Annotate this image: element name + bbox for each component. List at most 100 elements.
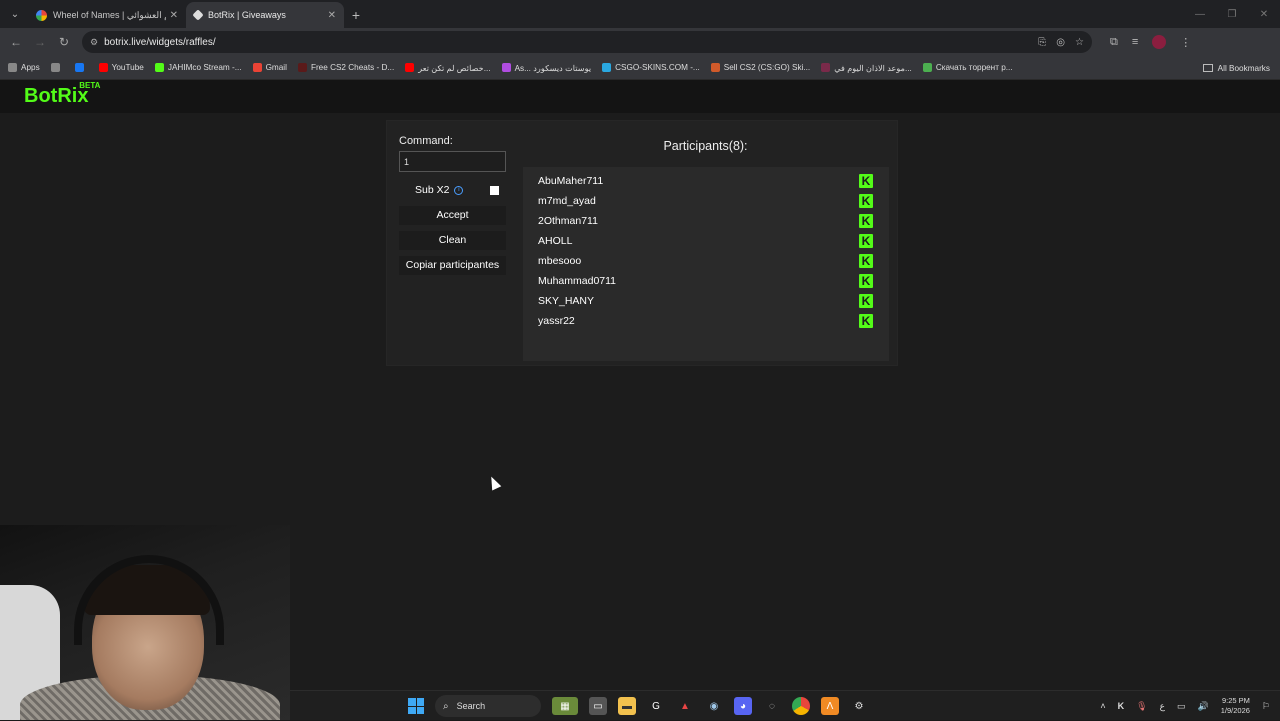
logitech-icon[interactable]: G xyxy=(647,697,665,715)
bookmark-item[interactable] xyxy=(74,63,88,72)
reload-icon[interactable]: ↻ xyxy=(52,35,76,49)
kick-icon: K xyxy=(859,314,873,328)
site-navbar: BotRix BETA xyxy=(0,80,1280,113)
bookmark-favicon-icon xyxy=(710,63,720,72)
participant-row: Muhammad0711 K xyxy=(523,271,889,291)
botrix-logo[interactable]: BotRix BETA xyxy=(24,81,100,108)
taskbar-search[interactable]: ⌕ Search xyxy=(435,695,541,717)
bookmark-item[interactable]: Apps xyxy=(8,63,40,72)
tab-botrix[interactable]: BotRix | Giveaways ✕ xyxy=(186,2,344,28)
bookmark-item[interactable] xyxy=(50,63,64,72)
steam-icon[interactable]: ◉ xyxy=(705,697,723,715)
media-icon[interactable]: ≡ xyxy=(1132,36,1138,48)
volume-icon[interactable]: 🔊 xyxy=(1198,701,1209,712)
windows-start-icon[interactable] xyxy=(408,698,424,714)
info-icon[interactable]: i xyxy=(454,185,464,195)
extensions-icon[interactable]: ⧉ xyxy=(1110,36,1118,49)
valorant-icon[interactable]: ▲ xyxy=(676,697,694,715)
bookmark-label: YouTube xyxy=(111,63,144,72)
close-tab-icon[interactable]: ✕ xyxy=(170,10,178,21)
network-icon[interactable]: ▭ xyxy=(1177,701,1186,712)
bookmark-label: Скачать торрент р... xyxy=(935,63,1013,72)
participants-title: Participants(8): xyxy=(663,139,748,153)
bookmark-label: Gmail xyxy=(265,63,287,72)
microphone-icon[interactable]: 🎙 xyxy=(1136,701,1147,712)
beta-badge: BETA xyxy=(79,81,101,90)
wheel-favicon-icon xyxy=(36,9,47,21)
game-app-icon[interactable]: ▦ xyxy=(552,697,578,715)
minimize-icon[interactable]: — xyxy=(1184,0,1216,28)
bookmark-item[interactable]: JAHIMco Stream -... xyxy=(154,63,242,72)
bookmark-favicon-icon xyxy=(602,63,612,72)
clock-time: 9:25 PM xyxy=(1221,696,1250,705)
eye-off-icon[interactable]: ◎ xyxy=(1056,37,1065,48)
notification-icon[interactable]: ⚐ xyxy=(1262,701,1270,712)
address-bar[interactable]: ⚙ botrix.live/widgets/raffles/ ⎘ ◎ ☆ xyxy=(82,31,1092,53)
tab-wheel-of-names[interactable]: Wheel of Names | سم العشوائي ✕ xyxy=(28,2,186,28)
bookmark-item[interactable]: Free CS2 Cheats - D... xyxy=(297,63,395,72)
bookmark-label: As... يوستات ديسكورد xyxy=(514,63,592,73)
bookmark-label: Free CS2 Cheats - D... xyxy=(310,63,395,72)
search-label: Search xyxy=(456,701,486,711)
windows-taskbar: ⌕ Search ▦ ▭ ▬ G ▲ ◉ ◕ ◌ Λ ⚙ ˄ K 🎙 ع ▭ 🔊… xyxy=(290,690,1280,720)
bookmark-item[interactable]: CSGO-SKINS.COM -... xyxy=(602,63,700,72)
bookmark-item[interactable]: As... يوستات ديسكورد xyxy=(501,63,592,73)
raffle-controls: Command: Sub X2 i Accept Clean Copiar pa… xyxy=(399,135,506,275)
clean-button[interactable]: Clean xyxy=(399,231,506,250)
maximize-icon[interactable]: ❐ xyxy=(1216,0,1248,28)
command-label: Command: xyxy=(399,135,453,147)
bookmark-favicon-icon xyxy=(50,63,60,72)
bookmarks-bar: Apps YouTube JAHIMco Stream -... Gmail Free … xyxy=(0,56,1280,80)
participant-name: m7md_ayad xyxy=(538,195,596,207)
clock-date: 1/9/2026 xyxy=(1220,706,1250,715)
mouse-cursor-icon xyxy=(486,474,502,491)
close-tab-icon[interactable]: ✕ xyxy=(328,10,336,21)
bookmark-item[interactable]: Скачать торрент р... xyxy=(922,63,1013,72)
settings-icon[interactable]: ⚙ xyxy=(850,697,868,715)
all-bookmarks[interactable]: All Bookmarks xyxy=(1202,56,1270,80)
copy-participants-button[interactable]: Copiar participantes xyxy=(399,256,506,275)
obs-icon[interactable]: ◌ xyxy=(763,697,781,715)
tab-title: BotRix | Giveaways xyxy=(208,10,286,20)
accept-button[interactable]: Accept xyxy=(399,206,506,225)
bookmark-item[interactable]: YouTube xyxy=(98,63,144,72)
language-indicator[interactable]: ع xyxy=(1160,701,1165,712)
site-info-icon[interactable]: ⚙ xyxy=(90,37,98,48)
kick-tray-icon[interactable]: K xyxy=(1118,701,1125,711)
new-tab-button[interactable]: + xyxy=(344,2,368,28)
tab-search-button[interactable]: ⌄ xyxy=(2,1,28,27)
bookmark-favicon-icon xyxy=(821,63,831,72)
chevron-up-icon[interactable]: ˄ xyxy=(1100,701,1105,711)
participants-list: AbuMaher711 Km7md_ayad K 2Othman711 K AHOLL Km… xyxy=(523,167,889,361)
chrome-icon[interactable] xyxy=(792,697,810,715)
close-window-icon[interactable]: ✕ xyxy=(1248,0,1280,28)
discord-icon[interactable]: ◕ xyxy=(734,697,752,715)
app-icon[interactable]: Λ xyxy=(821,697,839,715)
command-input[interactable] xyxy=(399,151,506,172)
participant-row: AbuMaher711 K xyxy=(523,171,889,191)
participant-name: AbuMaher711 xyxy=(538,175,604,187)
bookmark-item[interactable]: موعد الاذان اليوم في... xyxy=(821,63,912,73)
profile-avatar[interactable] xyxy=(1152,35,1167,49)
bookmark-label: CSGO-SKINS.COM -... xyxy=(615,63,700,72)
menu-icon[interactable]: ⋮ xyxy=(1180,36,1191,49)
back-icon[interactable]: ← xyxy=(4,35,28,49)
raffle-widget: Command: Sub X2 i Accept Clean Copiar pa… xyxy=(386,120,898,366)
bookmark-label: خصائص لم تكن تعر... xyxy=(418,63,491,73)
file-explorer-icon[interactable]: ▬ xyxy=(618,697,636,715)
bookmark-favicon-icon xyxy=(922,63,932,72)
participant-name: AHOLL xyxy=(538,235,573,247)
bookmark-item[interactable]: Gmail xyxy=(252,63,287,72)
task-view-icon[interactable]: ▭ xyxy=(589,697,607,715)
forward-icon[interactable]: → xyxy=(28,35,52,49)
sub-x2-checkbox[interactable] xyxy=(490,185,500,195)
translate-icon[interactable]: ⎘ xyxy=(1038,37,1046,48)
bookmark-item[interactable]: خصائص لم تكن تعر... xyxy=(405,63,491,73)
bookmark-label: JAHIMco Stream -... xyxy=(167,63,242,72)
clock[interactable]: 9:25 PM 1/9/2026 xyxy=(1221,696,1250,716)
bookmark-item[interactable]: Sell CS2 (CS:GO) Ski... xyxy=(710,63,810,72)
participant-row: yassr22 K xyxy=(523,311,889,331)
window-controls: — ❐ ✕ xyxy=(1184,0,1280,28)
star-icon[interactable]: ☆ xyxy=(1075,37,1084,48)
bookmark-favicon-icon xyxy=(74,63,84,72)
